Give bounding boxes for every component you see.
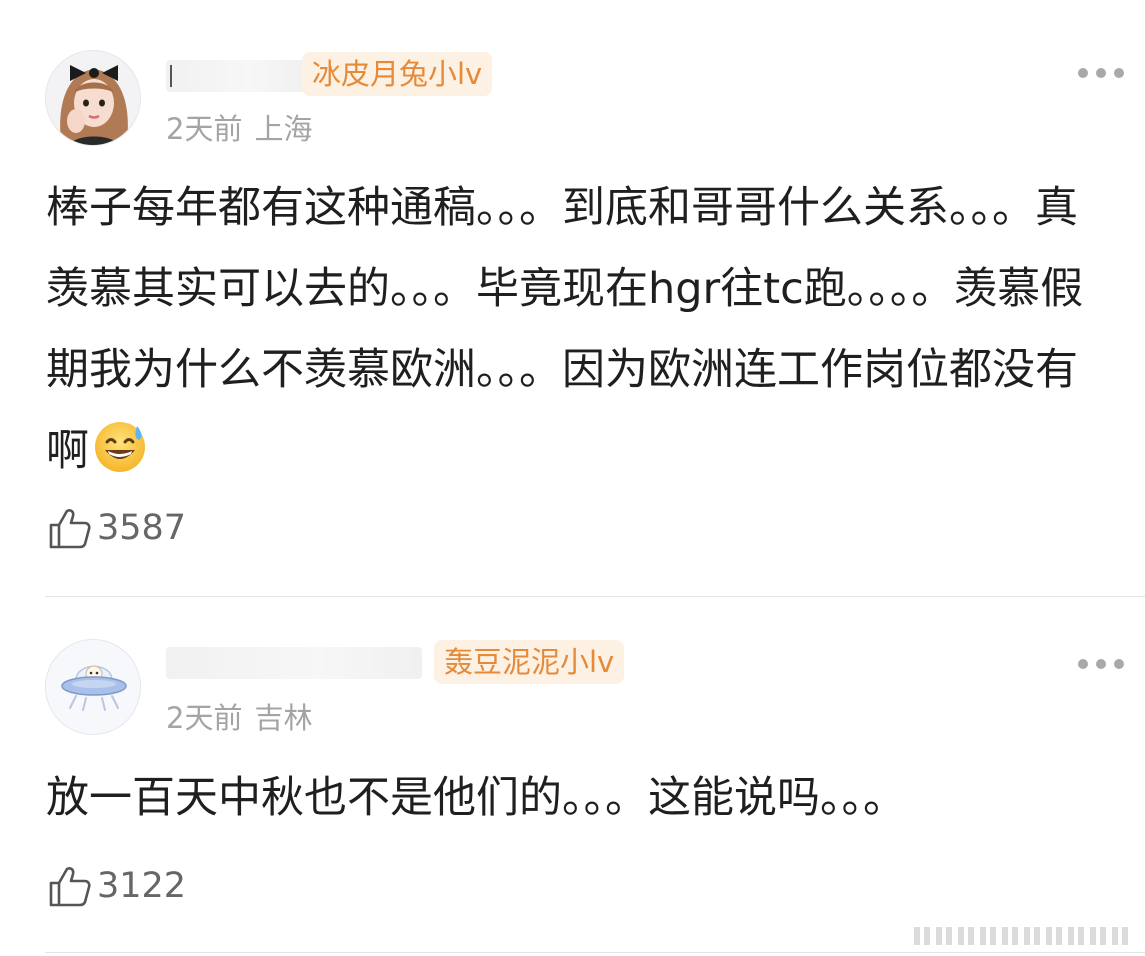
comment-text-content: 放一百天中秋也不是他们的。。。这能说吗。。。 bbox=[46, 773, 906, 823]
comment-time: 2天前 bbox=[166, 701, 243, 735]
woman-portrait-icon bbox=[46, 51, 140, 145]
fan-level-badge[interactable]: 冰皮月兔小lv bbox=[302, 52, 493, 96]
comment-location: 吉林 bbox=[254, 701, 313, 735]
comment-location: 上海 bbox=[254, 112, 313, 146]
watermark-pattern bbox=[914, 927, 1128, 945]
ufo-cartoon-icon bbox=[46, 640, 140, 734]
username-redacted[interactable] bbox=[166, 647, 422, 679]
thumbs-up-icon bbox=[49, 867, 91, 907]
comment-meta: 2天前 吉林 bbox=[166, 695, 312, 737]
thumbs-up-icon bbox=[49, 509, 91, 549]
like-count: 3122 bbox=[97, 866, 187, 906]
comment-item: 冰皮月兔小lv 2天前 上海 棒子每年都有这种通稿。。。到底和哥哥什么关系。。。真… bbox=[0, 0, 1145, 596]
comment-text: 放一百天中秋也不是他们的。。。这能说吗。。。 bbox=[46, 758, 1096, 839]
more-dots-icon[interactable] bbox=[1078, 658, 1124, 670]
divider bbox=[45, 952, 1145, 953]
like-button[interactable]: 3122 bbox=[47, 863, 186, 909]
comment-text: 棒子每年都有这种通稿。。。到底和哥哥什么关系。。。真羡慕其实可以去的。。。毕竟现… bbox=[46, 168, 1096, 492]
more-dots-icon[interactable] bbox=[1078, 67, 1124, 79]
grinning-face-with-sweat-icon bbox=[95, 422, 145, 472]
comment-text-content: 棒子每年都有这种通稿。。。到底和哥哥什么关系。。。真羡慕其实可以去的。。。毕竟现… bbox=[46, 183, 1084, 476]
like-button[interactable]: 3587 bbox=[47, 505, 186, 551]
username-redacted[interactable] bbox=[166, 60, 306, 92]
avatar[interactable] bbox=[45, 639, 141, 735]
text-cursor bbox=[170, 65, 172, 87]
comment-meta: 2天前 上海 bbox=[166, 106, 312, 148]
like-count: 3587 bbox=[97, 508, 187, 548]
avatar[interactable] bbox=[45, 50, 141, 146]
comment-item: 轰豆泥泥小lv 2天前 吉林 放一百天中秋也不是他们的。。。这能说吗。。。 312… bbox=[0, 597, 1145, 956]
comment-time: 2天前 bbox=[166, 112, 243, 146]
fan-level-badge[interactable]: 轰豆泥泥小lv bbox=[434, 640, 625, 684]
